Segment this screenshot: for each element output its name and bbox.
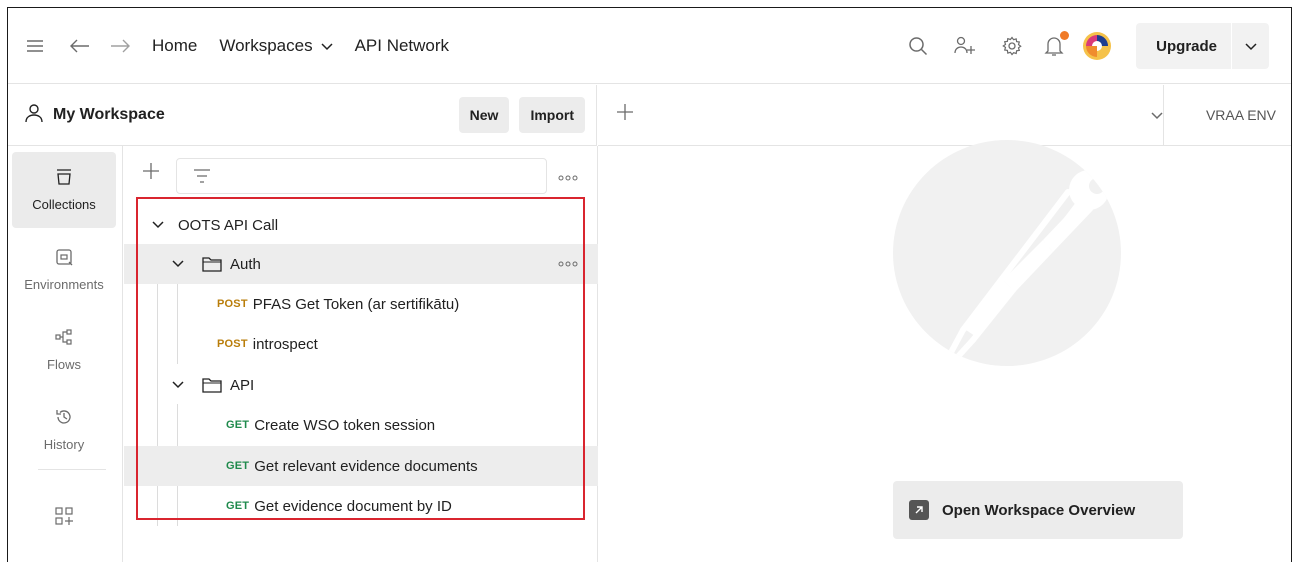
new-button[interactable]: New — [458, 97, 510, 133]
chevron-down-icon — [1244, 38, 1257, 54]
environment-selector[interactable]: VRAA ENV — [1206, 107, 1276, 123]
sidebar-item-environments[interactable]: Environments — [12, 232, 116, 308]
chevron-down-icon — [172, 381, 184, 389]
top-bar: Home Workspaces API Network Upgrade — [8, 8, 1291, 84]
tab-bar: VRAA ENV — [598, 85, 1291, 146]
request-row[interactable]: GET Get evidence document by ID — [124, 486, 598, 526]
nav-api-network-link[interactable]: API Network — [355, 36, 449, 56]
sidebar-item-history[interactable]: History — [12, 392, 116, 468]
method-badge: POST — [217, 338, 248, 350]
app-window: Home Workspaces API Network Upgrade My W… — [7, 7, 1292, 562]
divider — [38, 469, 106, 470]
notification-dot — [1060, 31, 1070, 40]
invite-user-icon[interactable] — [954, 36, 976, 56]
method-badge: GET — [226, 419, 250, 431]
request-name: PFAS Get Token (ar sertifikātu) — [252, 295, 460, 313]
method-badge: GET — [226, 500, 250, 512]
nav-home-label: Home — [152, 35, 198, 55]
folder-icon — [202, 256, 222, 272]
upgrade-button[interactable]: Upgrade — [1136, 23, 1231, 69]
postman-logo-icon — [893, 140, 1121, 366]
workspace-title: My Workspace — [53, 106, 165, 123]
sidebar-item-flows[interactable]: Flows — [12, 312, 116, 388]
request-row[interactable]: GET Get relevant evidence documents — [124, 446, 598, 486]
request-row[interactable]: GET Create WSO token session — [124, 405, 598, 445]
request-name: Create WSO token session — [254, 416, 436, 434]
filter-input[interactable] — [176, 158, 547, 194]
folder-row[interactable]: API — [124, 365, 598, 405]
method-badge: POST — [217, 298, 248, 310]
method-badge: GET — [226, 460, 250, 472]
external-link-icon — [909, 500, 929, 520]
upgrade-label: Upgrade — [1156, 37, 1217, 55]
open-workspace-overview-label: Open Workspace Overview — [942, 501, 1136, 519]
settings-gear-icon[interactable] — [1002, 36, 1022, 56]
notification-bell-icon[interactable] — [1044, 31, 1070, 57]
add-collection-plus-icon[interactable] — [142, 162, 160, 183]
forward-arrow-icon[interactable] — [110, 39, 130, 53]
sidebar-rail: Collections Environments Flows History — [8, 146, 123, 562]
collection-row[interactable]: OOTS API Call — [124, 205, 598, 245]
divider — [1163, 85, 1164, 146]
workspace-header: My Workspace New Import — [8, 85, 597, 146]
upgrade-dropdown-button[interactable] — [1231, 23, 1269, 69]
folder-name: API — [230, 376, 255, 394]
search-icon[interactable] — [908, 36, 928, 56]
chevron-down-icon — [321, 36, 333, 56]
upgrade-control: Upgrade — [1136, 23, 1269, 69]
folder-name: Auth — [230, 255, 261, 273]
tabs-dropdown-icon[interactable] — [1151, 107, 1163, 123]
back-arrow-icon[interactable] — [70, 39, 90, 53]
sidebar-item-label: Environments — [24, 277, 104, 292]
sidebar-item-collections[interactable]: Collections — [12, 152, 116, 228]
request-name: introspect — [252, 335, 318, 353]
request-name: Get relevant evidence documents — [254, 457, 478, 475]
collections-icon — [55, 168, 73, 189]
sidebar-item-label: Collections — [32, 197, 96, 212]
import-button-label: Import — [530, 107, 574, 123]
nav-workspaces-menu[interactable]: Workspaces — [219, 35, 333, 56]
new-button-label: New — [469, 107, 499, 123]
history-icon — [55, 408, 73, 429]
open-workspace-overview-button[interactable]: Open Workspace Overview — [893, 481, 1183, 539]
nav-home-link[interactable]: Home — [152, 36, 197, 56]
sidebar-item-label: History — [43, 437, 85, 452]
configure-sidebar-button[interactable] — [12, 482, 116, 552]
filter-icon — [193, 168, 211, 187]
more-options-icon[interactable] — [558, 261, 578, 267]
grid-add-icon — [55, 506, 73, 528]
environments-icon — [55, 248, 73, 269]
new-tab-plus-icon[interactable] — [616, 103, 634, 124]
menu-icon[interactable] — [26, 39, 44, 53]
request-row[interactable]: POST introspect — [124, 324, 598, 364]
folder-row[interactable]: Auth — [124, 244, 598, 284]
avatar[interactable] — [1082, 31, 1112, 61]
chevron-down-icon — [172, 260, 184, 268]
folder-icon — [202, 377, 222, 393]
user-icon — [25, 103, 43, 128]
nav-workspaces-label: Workspaces — [219, 35, 313, 55]
chevron-down-icon — [152, 221, 164, 229]
sidebar-item-label: Flows — [47, 357, 81, 372]
request-name: Get evidence document by ID — [254, 497, 452, 515]
more-options-icon[interactable] — [558, 168, 578, 184]
request-row[interactable]: POST PFAS Get Token (ar sertifikātu) — [124, 284, 598, 324]
flows-icon — [55, 328, 73, 349]
collection-name: OOTS API Call — [178, 216, 279, 234]
nav-api-network-label: API Network — [354, 35, 450, 55]
import-button[interactable]: Import — [519, 97, 585, 133]
collections-panel: OOTS API Call Auth POST PFAS Get Token (… — [124, 146, 598, 562]
